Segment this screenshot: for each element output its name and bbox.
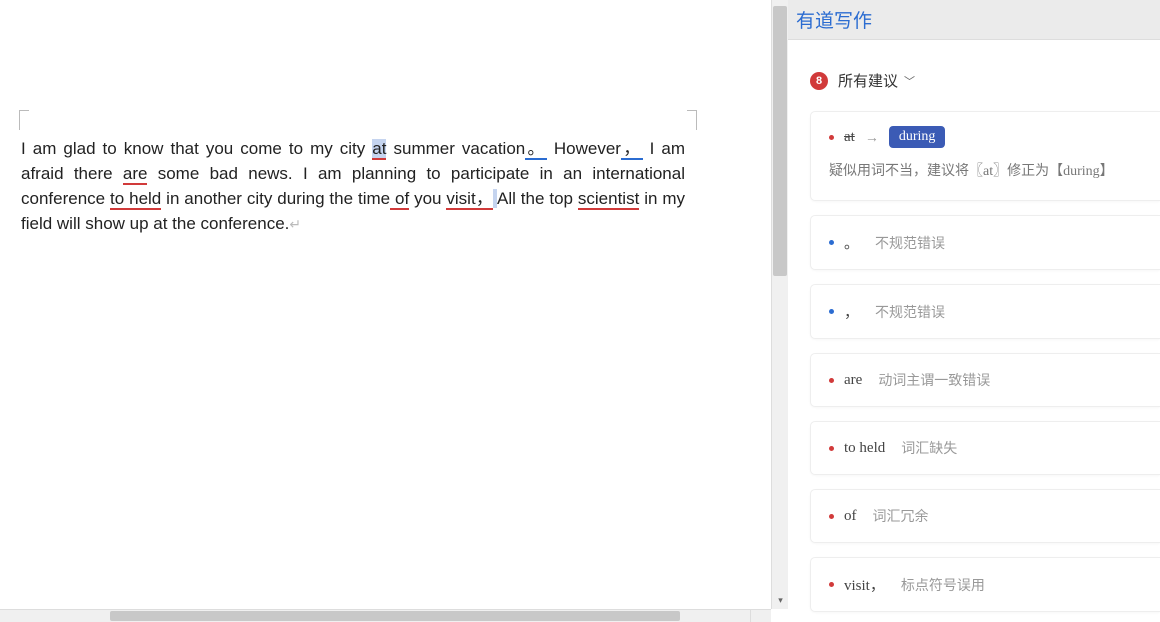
error-at[interactable]: at: [372, 139, 386, 160]
error-type-label: 词汇冗余: [873, 506, 929, 526]
paragraph-mark-icon: ↵: [289, 216, 301, 232]
text-segment[interactable]: [643, 139, 650, 158]
error-to-held[interactable]: to held: [110, 189, 161, 210]
document-area[interactable]: I am glad to know that you come to my ci…: [0, 6, 771, 609]
suggestion-card-toheld[interactable]: to held 词汇缺失: [810, 421, 1160, 475]
text-segment[interactable]: [547, 139, 554, 158]
card-row: ， 不规范错误: [829, 301, 1148, 322]
suggestion-count-badge: 8: [810, 72, 828, 90]
card-description: 疑似用词不当，建议将〖at〗修正为【during】: [829, 160, 1148, 182]
error-type-label: 词汇缺失: [901, 438, 957, 458]
severity-dot-icon: [829, 582, 834, 587]
original-word: visit，: [844, 574, 885, 595]
card-row: at → during: [829, 126, 1148, 148]
suggestion-card-visit[interactable]: visit， 标点符号误用: [810, 557, 1160, 612]
error-of[interactable]: of: [390, 189, 409, 210]
suggestion-card-comma[interactable]: ， 不规范错误: [810, 284, 1160, 339]
severity-dot-icon: [829, 135, 834, 140]
severity-dot-icon: [829, 446, 834, 451]
text-segment[interactable]: I am glad to know that you come to my ci…: [21, 139, 372, 158]
replacement-badge[interactable]: during: [889, 126, 946, 148]
arrow-right-icon: →: [865, 129, 879, 145]
error-visit[interactable]: visit，: [446, 189, 493, 210]
suggestion-list: at → during 疑似用词不当，建议将〖at〗修正为【during】 。 …: [788, 111, 1160, 612]
suggestions-sidebar: 有道写作 8 所有建议 ﹀ at → during 疑似用词不当，建议将〖at〗…: [788, 0, 1160, 622]
page-margin-right: [687, 110, 697, 130]
error-type-label: 标点符号误用: [901, 575, 985, 595]
card-row: 。 不规范错误: [829, 232, 1148, 253]
card-row: visit， 标点符号误用: [829, 574, 1148, 595]
original-word: 。: [844, 232, 859, 253]
suggestion-card-of[interactable]: of 词汇冗余: [810, 489, 1160, 543]
original-word: to held: [844, 440, 885, 457]
main-container: I am glad to know that you come to my ci…: [0, 0, 1160, 622]
scroll-down-icon[interactable]: ▾: [773, 593, 788, 608]
card-row: of 词汇冗余: [829, 506, 1148, 526]
chevron-down-icon[interactable]: ﹀: [904, 73, 915, 89]
original-word: at: [844, 129, 855, 146]
scrollbar-thumb[interactable]: [773, 6, 787, 276]
error-type-label: 不规范错误: [875, 233, 945, 253]
scroll-corner: [750, 609, 771, 622]
document-text[interactable]: I am glad to know that you come to my ci…: [21, 136, 685, 237]
severity-dot-icon: [829, 309, 834, 314]
error-period-cn[interactable]: 。: [525, 139, 547, 160]
horizontal-scrollbar[interactable]: [0, 609, 771, 622]
error-scientist[interactable]: scientist: [578, 189, 639, 210]
severity-dot-icon: [829, 514, 834, 519]
suggestion-card-at[interactable]: at → during 疑似用词不当，建议将〖at〗修正为【during】: [810, 111, 1160, 201]
suggestion-card-are[interactable]: are 动词主谓一致错误: [810, 353, 1160, 407]
card-row: are 动词主谓一致错误: [829, 370, 1148, 390]
text-segment[interactable]: All the top: [497, 189, 578, 208]
suggestion-card-period[interactable]: 。 不规范错误: [810, 215, 1160, 270]
severity-dot-icon: [829, 378, 834, 383]
error-comma-cn[interactable]: ，: [621, 139, 643, 160]
vertical-scrollbar[interactable]: ▾: [771, 0, 788, 609]
text-segment[interactable]: you: [409, 189, 446, 208]
page-margin-left: [19, 110, 29, 130]
original-word: of: [844, 508, 857, 525]
text-segment[interactable]: summer vacation: [386, 139, 525, 158]
error-type-label: 动词主谓一致错误: [878, 370, 990, 390]
editor-panel: I am glad to know that you come to my ci…: [0, 0, 788, 622]
app-title: 有道写作: [796, 6, 872, 33]
error-are[interactable]: are: [123, 164, 148, 185]
severity-dot-icon: [829, 240, 834, 245]
error-type-label: 不规范错误: [875, 302, 945, 322]
original-word: ，: [844, 301, 859, 322]
text-segment[interactable]: in another city during the time: [161, 189, 390, 208]
scrollbar-thumb-h[interactable]: [110, 611, 680, 621]
card-row: to held 词汇缺失: [829, 438, 1148, 458]
all-suggestions-label: 所有建议: [838, 70, 898, 91]
original-word: are: [844, 372, 862, 389]
suggestions-summary[interactable]: 8 所有建议 ﹀: [788, 40, 1160, 111]
sidebar-header: 有道写作: [788, 0, 1160, 40]
text-segment[interactable]: However: [554, 139, 621, 158]
